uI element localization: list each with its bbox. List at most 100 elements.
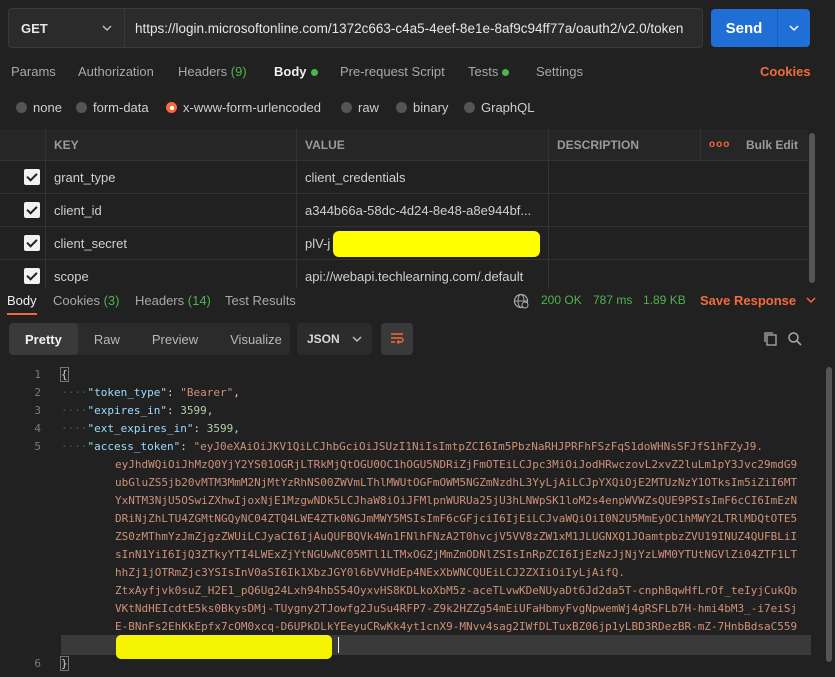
request-tabs: Params Authorization Headers (9) Body Pr… xyxy=(0,58,835,86)
row-checkbox[interactable] xyxy=(0,260,45,289)
scrollbar-thumb[interactable] xyxy=(826,367,832,662)
param-value[interactable]: client_credentials xyxy=(296,161,548,193)
scrollbar-thumb[interactable] xyxy=(809,133,815,283)
tab-params[interactable]: Params xyxy=(11,64,56,79)
param-description[interactable] xyxy=(548,227,808,259)
send-options-button[interactable] xyxy=(778,9,810,47)
code-line: ····"access_token": "eyJ0eXAiOiJKV1QiLCJ… xyxy=(61,440,764,453)
response-scrollbar[interactable] xyxy=(825,365,833,665)
column-header-description: DESCRIPTION xyxy=(548,129,700,160)
cookies-link[interactable]: Cookies xyxy=(760,64,811,79)
response-body-editor[interactable]: 1 2 3 4 5 6 { ····"token_type": "Bearer"… xyxy=(0,365,812,677)
column-header-key: KEY xyxy=(45,129,296,160)
response-tab-cookies[interactable]: Cookies (3) xyxy=(53,293,119,308)
param-description[interactable] xyxy=(548,161,808,193)
access-token-line: DRiNjZhLTU4ZGMtNGQyNC04ZTQ4LWE4ZTk0NGJmM… xyxy=(115,512,798,525)
tab-authorization[interactable]: Authorization xyxy=(78,64,154,79)
radio-label: x-www-form-urlencoded xyxy=(183,100,321,115)
checkbox-checked-icon xyxy=(24,235,40,251)
format-select[interactable]: JSON xyxy=(297,323,372,355)
response-size[interactable]: 1.89 KB xyxy=(643,293,686,307)
tab-prerequest-script[interactable]: Pre-request Script xyxy=(340,64,445,79)
radio-x-www-form-urlencoded[interactable]: x-www-form-urlencoded xyxy=(166,100,321,115)
code-line: ····"expires_in": 3599, xyxy=(61,404,214,417)
save-response-button[interactable]: Save Response xyxy=(700,293,816,308)
line-number: 6 xyxy=(34,657,41,670)
radio-circle xyxy=(341,102,352,113)
access-token-line: E-BNnFs2EhKkEpfx7cOM0xcq-D6UPkDLkYEeyuCR… xyxy=(115,620,798,633)
param-key[interactable]: client_id xyxy=(45,194,296,226)
close-brace: } xyxy=(60,656,69,671)
radio-graphql[interactable]: GraphQL xyxy=(464,100,534,115)
access-token-line: YxNTM3NjU5OSwiZXhwIjoxNjE1MzgwNDk5LCJhaW… xyxy=(115,494,798,507)
json-key: "token_type" xyxy=(87,386,167,399)
url-input[interactable]: https://login.microsoftonline.com/1372c6… xyxy=(125,9,702,47)
response-tab-test-results[interactable]: Test Results xyxy=(225,293,296,308)
view-pretty-button[interactable]: Pretty xyxy=(9,323,78,355)
checkbox-checked-icon xyxy=(24,202,40,218)
radio-label: GraphQL xyxy=(481,100,535,115)
radio-label: none xyxy=(33,100,62,115)
bulk-edit-button[interactable]: Bulk Edit xyxy=(736,129,808,160)
request-url-bar: GET https://login.microsoftonline.com/13… xyxy=(8,8,703,48)
tab-settings[interactable]: Settings xyxy=(536,64,583,79)
code-line: ····"ext_expires_in": 3599, xyxy=(61,422,240,435)
method-select[interactable]: GET xyxy=(9,9,125,47)
send-button[interactable]: Send xyxy=(711,9,778,47)
globe-network-icon[interactable] xyxy=(513,293,529,309)
more-options-icon[interactable]: ooo xyxy=(700,129,736,160)
radio-form-data[interactable]: form-data xyxy=(76,100,149,115)
tab-headers-label: Headers xyxy=(178,64,228,79)
view-preview-button[interactable]: Preview xyxy=(136,323,214,355)
param-key[interactable]: client_secret xyxy=(45,227,296,259)
row-checkbox[interactable] xyxy=(0,227,45,259)
response-view-toggle: Pretty Raw Preview Visualize xyxy=(9,323,290,355)
param-value[interactable]: a344b66a-58dc-4d24-8e48-a8e944bf... xyxy=(296,194,548,226)
checkbox-checked-icon xyxy=(24,268,40,284)
wrap-lines-button[interactable] xyxy=(381,323,413,355)
radio-circle xyxy=(16,102,27,113)
radio-binary[interactable]: binary xyxy=(396,100,448,115)
response-headers-count: (14) xyxy=(187,293,211,308)
json-key: "access_token" xyxy=(87,440,181,453)
column-header-value: VALUE xyxy=(296,129,548,160)
param-key[interactable]: scope xyxy=(45,260,296,289)
param-value[interactable]: api://webapi.techlearning.com/.default xyxy=(296,260,548,289)
table-row: scope api://webapi.techlearning.com/.def… xyxy=(0,260,808,289)
response-time[interactable]: 787 ms xyxy=(593,293,632,307)
code-line: ····"token_type": "Bearer", xyxy=(61,386,240,399)
access-token-line: sInN1YiI6IjQ3ZTkyYTI4LWExZjYtNGUwNC05MTl… xyxy=(115,548,798,561)
view-visualize-button[interactable]: Visualize xyxy=(214,323,298,355)
tab-body[interactable]: Body xyxy=(274,64,318,79)
json-key: "expires_in" xyxy=(87,404,167,417)
tab-tests-label: Tests xyxy=(468,64,499,79)
radio-none[interactable]: none xyxy=(16,100,62,115)
params-scrollbar[interactable] xyxy=(808,129,816,289)
table-row: client_secret plV-j xyxy=(0,227,808,260)
param-description[interactable] xyxy=(548,194,808,226)
json-value: 3599 xyxy=(180,404,207,417)
copy-icon[interactable] xyxy=(763,331,779,347)
tab-body-label: Body xyxy=(274,64,307,79)
response-tabs: Body Cookies (3) Headers (14) Test Resul… xyxy=(0,290,835,315)
tab-tests[interactable]: Tests xyxy=(468,64,510,79)
status-code[interactable]: 200 OK xyxy=(541,293,582,307)
radio-raw[interactable]: raw xyxy=(341,100,379,115)
row-checkbox[interactable] xyxy=(0,161,45,193)
json-value: 3599 xyxy=(206,422,234,435)
row-checkbox[interactable] xyxy=(0,194,45,226)
response-tab-body[interactable]: Body xyxy=(7,293,37,315)
code-line: } xyxy=(60,656,69,671)
view-raw-button[interactable]: Raw xyxy=(78,323,136,355)
tab-headers[interactable]: Headers (9) xyxy=(178,64,247,79)
send-button-group: Send xyxy=(711,9,810,47)
format-label: JSON xyxy=(307,332,340,346)
search-icon[interactable] xyxy=(787,331,803,347)
line-number: 3 xyxy=(34,404,41,417)
param-key[interactable]: grant_type xyxy=(45,161,296,193)
response-tab-headers[interactable]: Headers (14) xyxy=(135,293,211,308)
param-description[interactable] xyxy=(548,260,808,289)
save-response-label: Save Response xyxy=(700,293,797,308)
radio-label: binary xyxy=(413,100,449,115)
radio-circle xyxy=(464,102,475,113)
